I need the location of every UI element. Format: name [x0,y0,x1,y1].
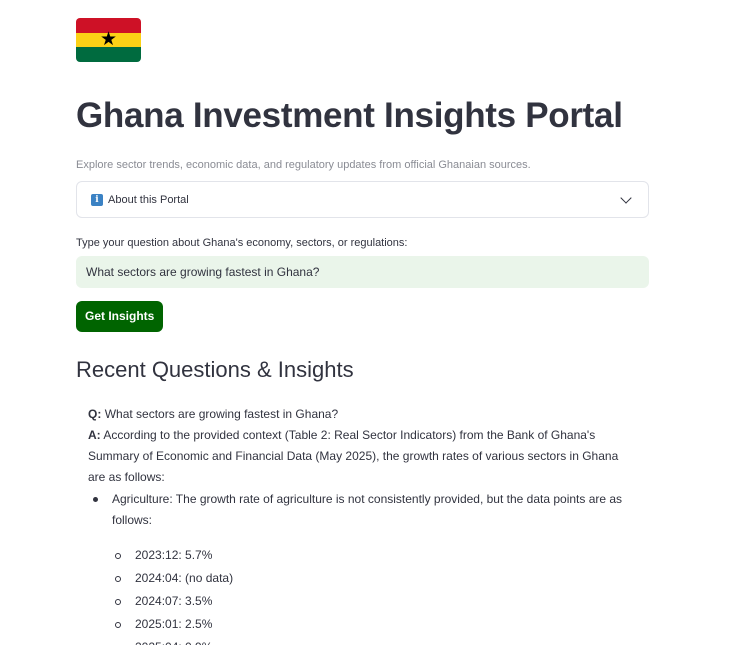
about-expander-label: About this Portal [108,193,189,206]
page: ★ Ghana Investment Insights Portal Explo… [0,0,746,645]
about-expander-header: i About this Portal [91,193,189,206]
list-item: 2024:04: (no data) [115,567,633,590]
ghana-flag-icon: ★ [76,18,141,62]
page-subtitle: Explore sector trends, economic data, an… [76,159,531,171]
list-item: 2024:07: 3.5% [115,590,633,613]
page-title: Ghana Investment Insights Portal [76,96,623,135]
about-expander[interactable]: i About this Portal [76,181,649,218]
sub-bullet-list: 2023:12: 5.7% 2024:04: (no data) 2024:07… [112,544,633,645]
answer-text: According to the provided context (Table… [88,428,619,484]
get-insights-button[interactable]: Get Insights [76,301,164,332]
list-item: Agriculture: The growth rate of agricult… [93,489,633,645]
qa-question: Q: What sectors are growing fastest in G… [88,404,633,425]
qa-item: Q: What sectors are growing fastest in G… [76,404,633,645]
answer-bullet-list: Agriculture: The growth rate of agricult… [88,489,633,645]
question-input-label: Type your question about Ghana's economy… [76,237,408,249]
main-content: ★ Ghana Investment Insights Portal Explo… [76,18,649,645]
info-icon: i [91,193,103,206]
question-text: What sectors are growing fastest in Ghan… [104,407,339,421]
qa-answer: A: According to the provided context (Ta… [88,425,633,488]
question-input[interactable] [76,256,649,288]
bullet-text: Agriculture: The growth rate of agricult… [112,492,623,527]
chevron-down-icon[interactable] [620,191,632,204]
answer-prefix: A: [88,428,101,442]
star-icon: ★ [99,28,118,50]
recent-heading: Recent Questions & Insights [76,357,354,382]
list-item: 2025:01: 2.5% [115,613,633,636]
question-prefix: Q: [88,407,102,421]
list-item: 2023:12: 5.7% [115,544,633,567]
list-item: 2025:04: 0.9% [135,636,633,645]
